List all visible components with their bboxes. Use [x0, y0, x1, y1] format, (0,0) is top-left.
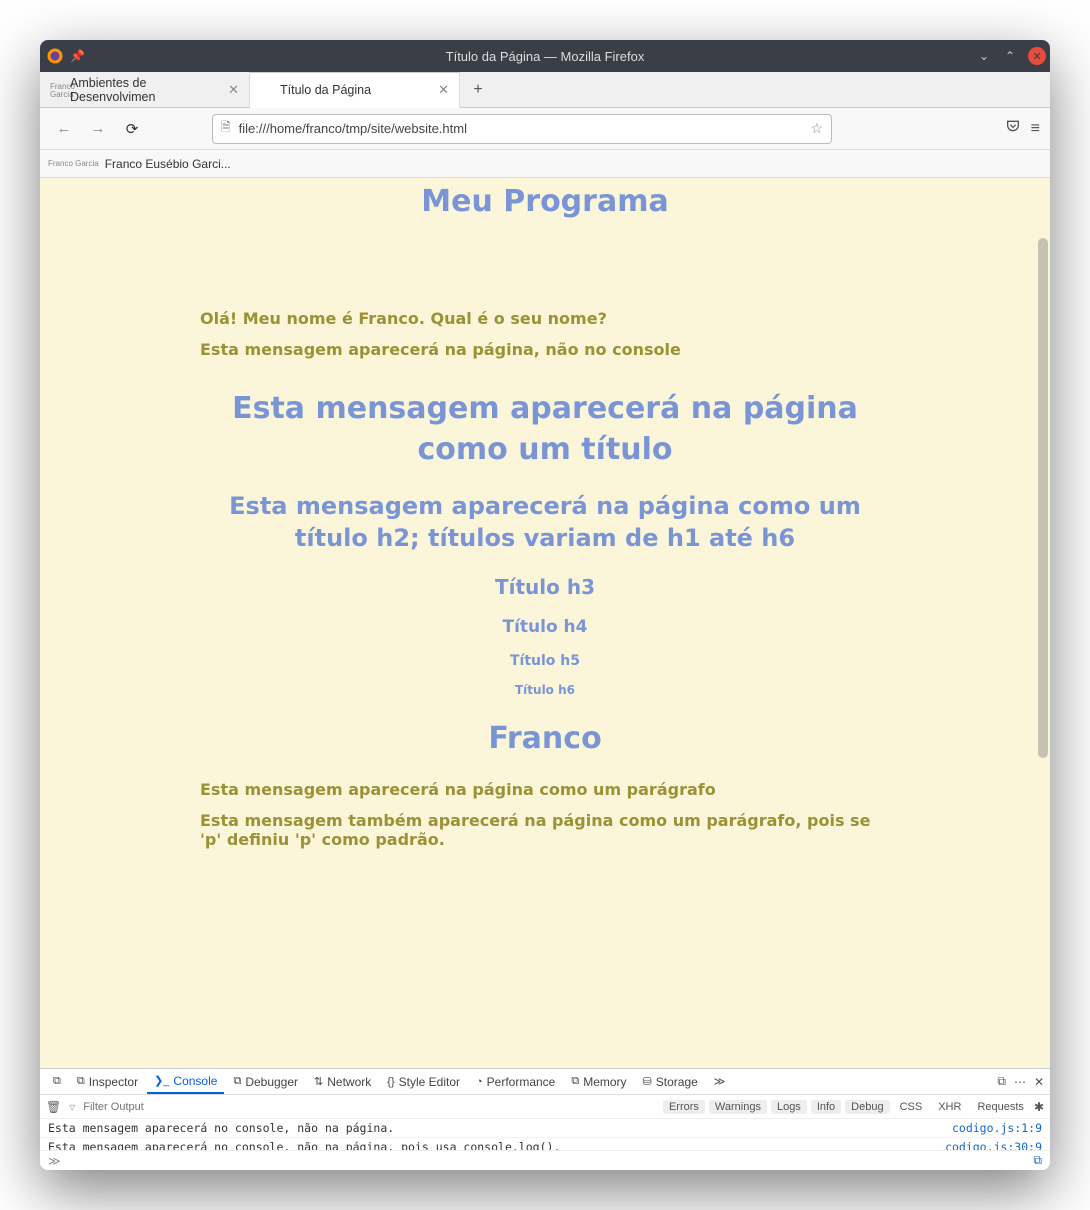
- devtools-tab-network[interactable]: ⇅Network: [307, 1069, 378, 1094]
- console-log-message: Esta mensagem aparecerá no console, não …: [48, 1140, 560, 1150]
- devtools-close-icon[interactable]: ✕: [1034, 1075, 1044, 1089]
- navigation-toolbar: ← → ⟳ 🗎 file:///home/franco/tmp/site/web…: [40, 108, 1050, 150]
- url-text: file:///home/franco/tmp/site/website.htm…: [239, 121, 467, 136]
- console-log-row[interactable]: Esta mensagem aparecerá no console, não …: [40, 1138, 1050, 1150]
- devtools-tab-performance[interactable]: ◔Performance: [469, 1069, 562, 1094]
- hamburger-menu-icon[interactable]: ≡: [1031, 120, 1040, 138]
- devtools-kebab-icon[interactable]: ⋯: [1014, 1075, 1026, 1089]
- console-filter-bar: 🗑 ▿ Errors Warnings Logs Info Debug CSS …: [40, 1095, 1050, 1119]
- url-bar[interactable]: 🗎 file:///home/franco/tmp/site/website.h…: [212, 114, 832, 144]
- filter-funnel-icon[interactable]: ▿: [69, 1100, 75, 1114]
- pocket-icon[interactable]: [1005, 118, 1021, 139]
- page-h1-top: Meu Programa: [200, 184, 890, 219]
- devtools-tab-memory[interactable]: ⧉Memory: [564, 1069, 633, 1094]
- page-paragraph-2: Esta mensagem aparecerá na página, não n…: [200, 340, 890, 359]
- console-log-source[interactable]: codigo.js:30:9: [945, 1140, 1042, 1150]
- console-log-row[interactable]: Esta mensagem aparecerá no console, não …: [40, 1119, 1050, 1138]
- console-split-icon[interactable]: ⧉: [1033, 1153, 1042, 1168]
- page-heading-h6: Título h6: [200, 683, 890, 697]
- tab-strip: Franco Garcia Ambientes de Desenvolvimen…: [40, 72, 1050, 108]
- console-settings-icon[interactable]: ✱: [1034, 1100, 1044, 1114]
- page-paragraph-3: Esta mensagem aparecerá na página como u…: [200, 780, 890, 799]
- page-heading-h4: Título h4: [200, 617, 890, 637]
- devtools-tab-console[interactable]: ❯_Console: [147, 1069, 224, 1094]
- page-content: Meu Programa Olá! Meu nome é Franco. Qua…: [40, 184, 1050, 901]
- bookmark-star-icon[interactable]: ☆: [810, 120, 823, 137]
- page-heading-h2: Esta mensagem aparecerá na página como u…: [200, 490, 890, 555]
- page-heading-h5: Título h5: [200, 653, 890, 669]
- bookmark-item[interactable]: Franco Eusébio Garci...: [105, 157, 231, 171]
- devtools-more-tabs-icon[interactable]: ≫: [707, 1069, 733, 1094]
- new-tab-button[interactable]: +: [460, 72, 496, 107]
- filter-chip-info[interactable]: Info: [811, 1100, 841, 1114]
- page-scroll-area[interactable]: Meu Programa Olá! Meu nome é Franco. Qua…: [40, 178, 1050, 1068]
- tab-label: Ambientes de Desenvolvimen: [70, 76, 222, 104]
- reload-button[interactable]: ⟳: [118, 115, 146, 143]
- filter-chip-requests[interactable]: Requests: [971, 1100, 1029, 1114]
- page-viewport: Meu Programa Olá! Meu nome é Franco. Qua…: [40, 178, 1050, 1068]
- tab-favicon-icon: [260, 83, 274, 97]
- tab-label: Título da Página: [280, 83, 371, 97]
- filter-chip-debug[interactable]: Debug: [845, 1100, 889, 1114]
- console-prompt-icon: ≫: [48, 1154, 61, 1168]
- window-titlebar: 📌 Título da Página — Mozilla Firefox ⌄ ⌃…: [40, 40, 1050, 72]
- window-close-button[interactable]: ✕: [1028, 47, 1046, 65]
- bookmark-favicon-icon: Franco Garcia: [48, 159, 99, 168]
- window-maximize-button[interactable]: ⌃: [1002, 48, 1018, 64]
- filter-chip-logs[interactable]: Logs: [771, 1100, 807, 1114]
- pin-icon[interactable]: 📌: [70, 49, 85, 63]
- page-info-icon[interactable]: 🗎: [221, 118, 231, 139]
- devtools-tab-debugger[interactable]: ⧉Debugger: [226, 1069, 305, 1094]
- filter-chip-css[interactable]: CSS: [894, 1100, 929, 1114]
- devtools-panel: ⧉ ⧉Inspector ❯_Console ⧉Debugger ⇅Networ…: [40, 1068, 1050, 1170]
- page-paragraph-1: Olá! Meu nome é Franco. Qual é o seu nom…: [200, 309, 890, 328]
- page-heading-franco: Franco: [200, 721, 890, 756]
- devtools-tab-inspector[interactable]: ⧉Inspector: [70, 1069, 145, 1094]
- back-button[interactable]: ←: [50, 115, 78, 143]
- vertical-scrollbar[interactable]: [1038, 238, 1048, 758]
- console-log-source[interactable]: codigo.js:1:9: [952, 1121, 1042, 1135]
- console-log-message: Esta mensagem aparecerá no console, não …: [48, 1121, 394, 1135]
- tab-close-icon[interactable]: ✕: [228, 82, 239, 98]
- firefox-window: 📌 Título da Página — Mozilla Firefox ⌄ ⌃…: [40, 40, 1050, 1170]
- firefox-logo-icon: [46, 47, 64, 65]
- filter-chip-xhr[interactable]: XHR: [932, 1100, 967, 1114]
- bookmarks-toolbar: Franco Garcia Franco Eusébio Garci...: [40, 150, 1050, 178]
- devtools-dock-icon[interactable]: ⧉: [46, 1069, 68, 1094]
- devtools-tab-storage[interactable]: ⛁Storage: [636, 1069, 705, 1094]
- window-title: Título da Página — Mozilla Firefox: [40, 49, 1050, 64]
- page-heading-h1: Esta mensagem aparecerá na página como u…: [200, 389, 890, 470]
- clear-console-icon[interactable]: 🗑: [46, 1100, 61, 1114]
- browser-tab-0[interactable]: Franco Garcia Ambientes de Desenvolvimen…: [40, 72, 250, 107]
- browser-tab-1[interactable]: Título da Página ✕: [250, 72, 460, 108]
- tab-favicon-icon: Franco Garcia: [50, 83, 64, 97]
- forward-button[interactable]: →: [84, 115, 112, 143]
- devtools-tabbar: ⧉ ⧉Inspector ❯_Console ⧉Debugger ⇅Networ…: [40, 1069, 1050, 1095]
- console-filter-input[interactable]: [83, 1101, 303, 1113]
- filter-chip-errors[interactable]: Errors: [663, 1100, 705, 1114]
- console-output: Esta mensagem aparecerá no console, não …: [40, 1119, 1050, 1150]
- filter-chip-warnings[interactable]: Warnings: [709, 1100, 767, 1114]
- page-heading-h3: Título h3: [200, 575, 890, 599]
- devtools-responsive-icon[interactable]: ⧉: [997, 1074, 1006, 1089]
- devtools-tab-style-editor[interactable]: {}Style Editor: [380, 1069, 467, 1094]
- page-paragraph-4: Esta mensagem também aparecerá na página…: [200, 811, 890, 849]
- console-input-row[interactable]: ≫ ⧉: [40, 1150, 1050, 1170]
- window-minimize-button[interactable]: ⌄: [976, 48, 992, 64]
- tab-close-icon[interactable]: ✕: [438, 82, 449, 98]
